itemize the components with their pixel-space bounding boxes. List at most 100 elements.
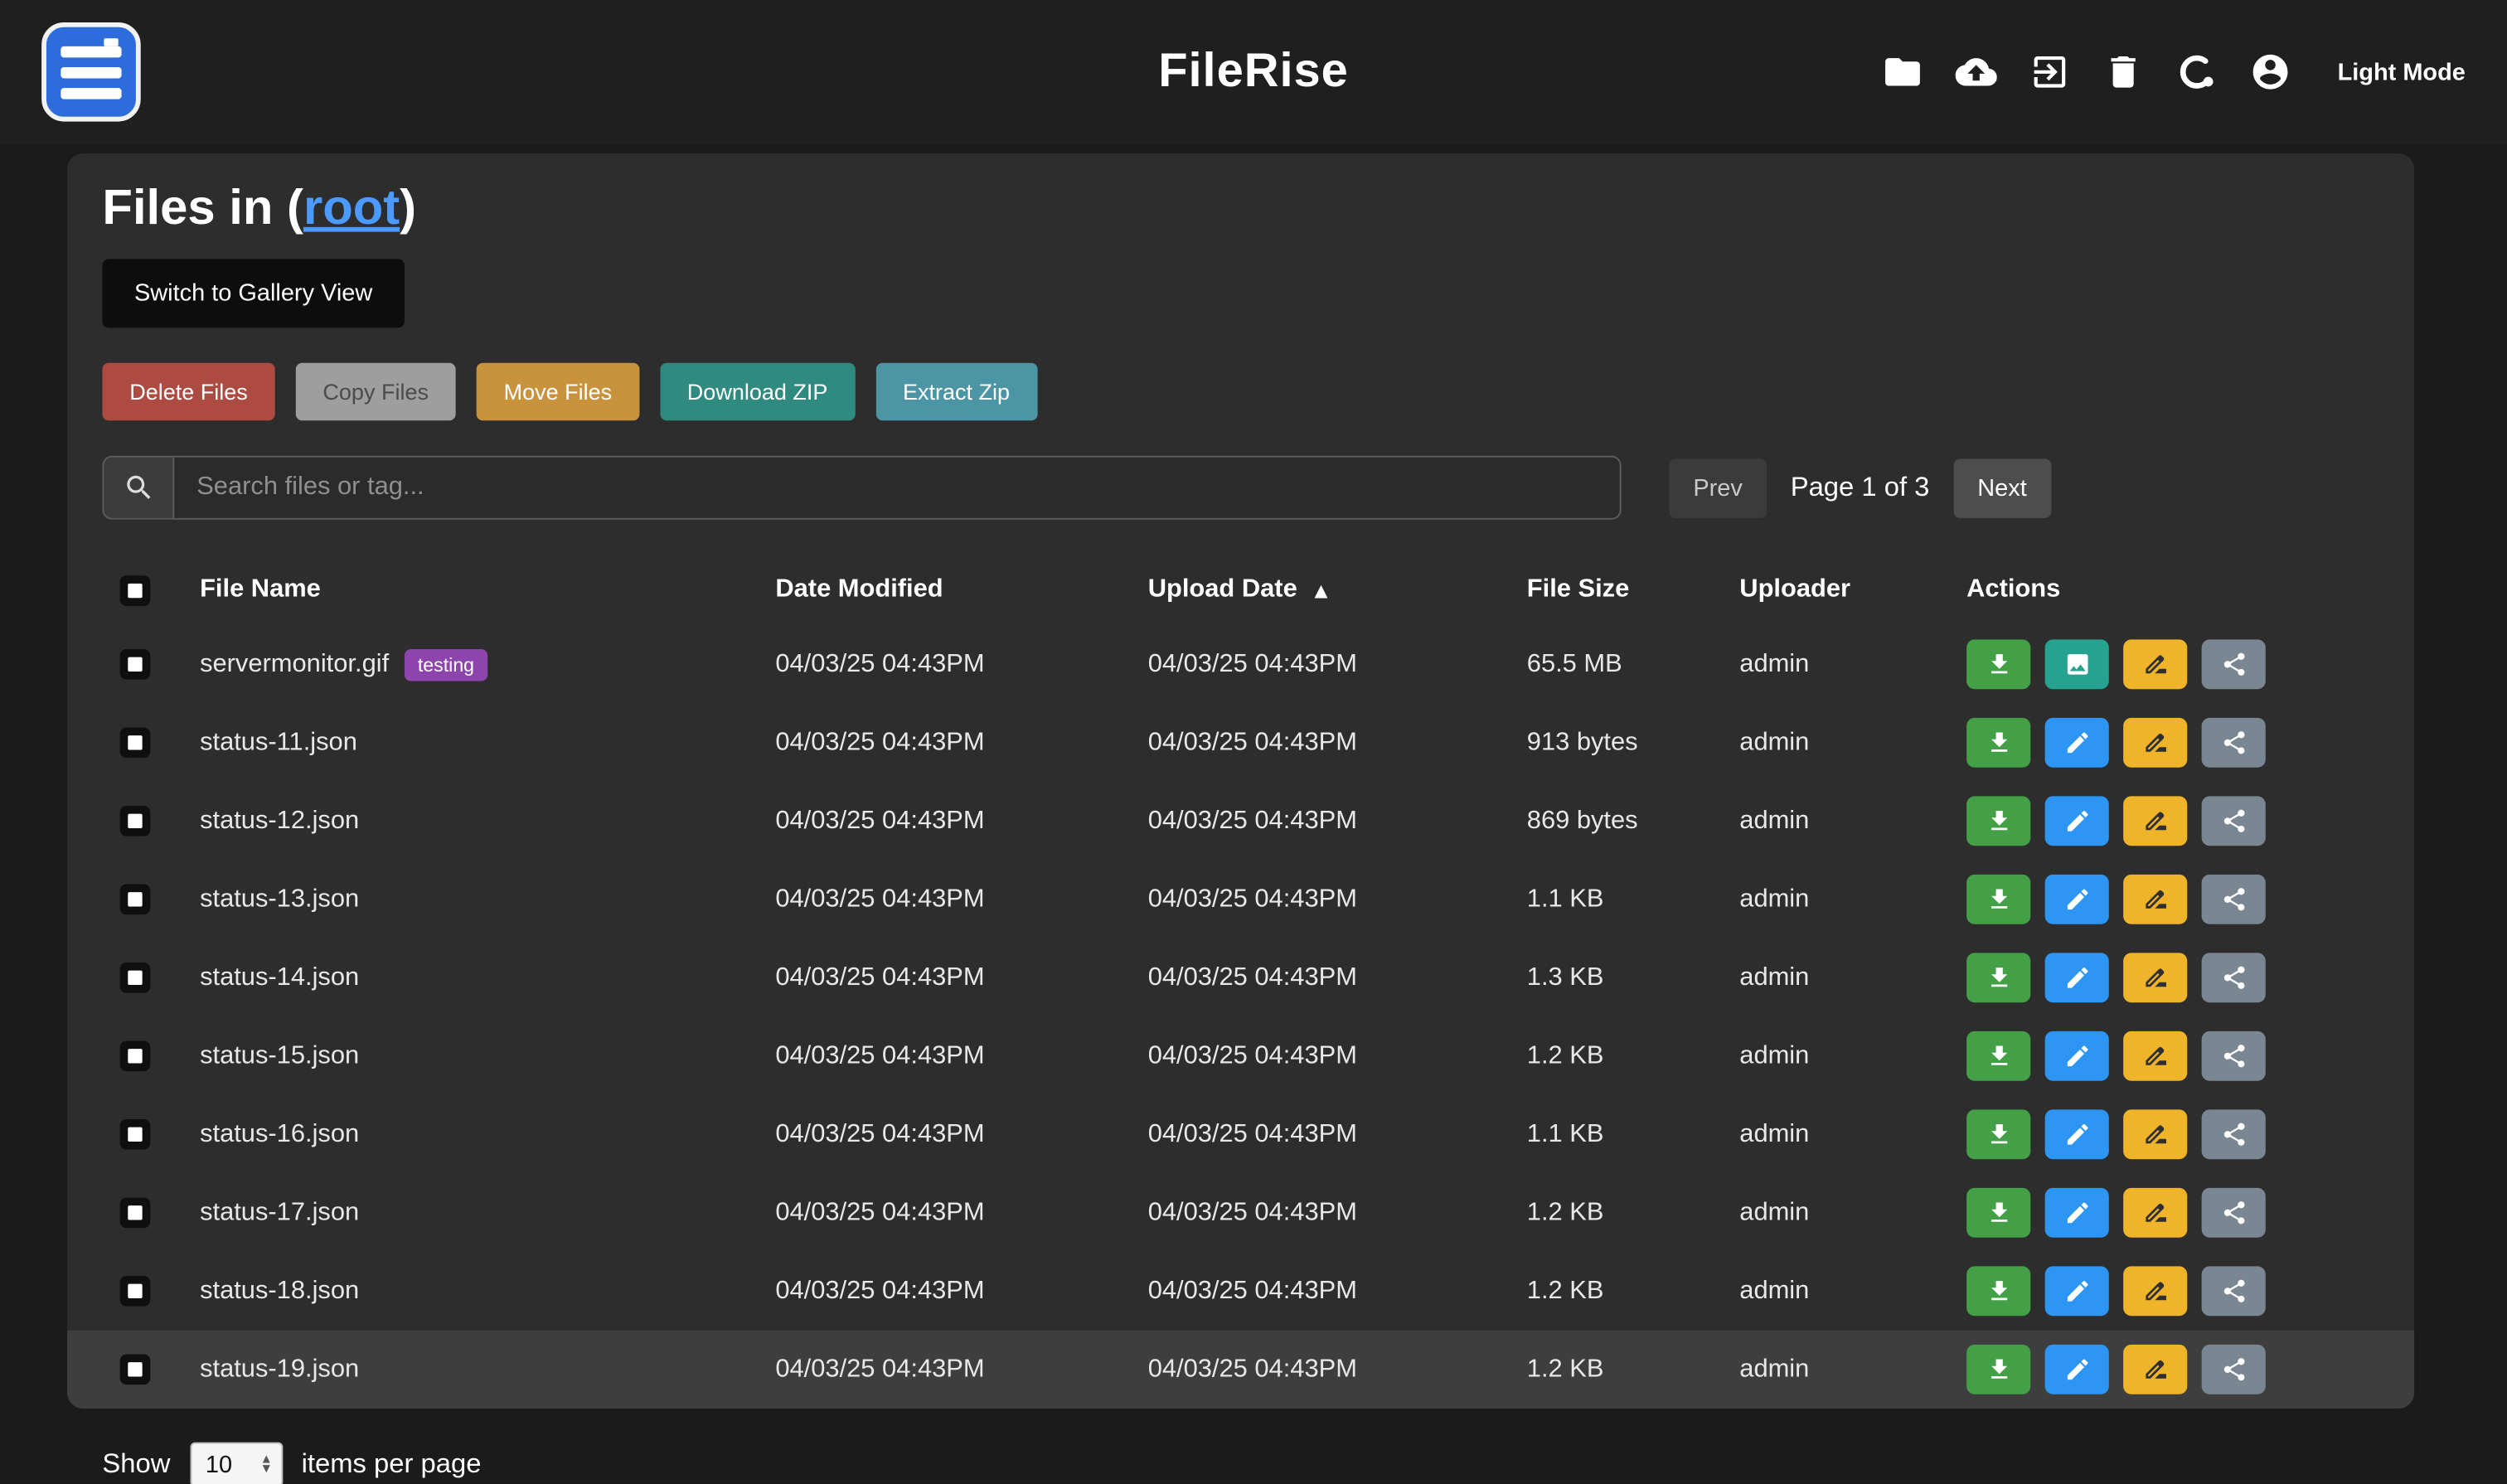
file-name[interactable]: servermonitor.gif bbox=[200, 650, 389, 679]
trash-icon[interactable] bbox=[2101, 51, 2144, 94]
row-checkbox[interactable] bbox=[120, 884, 151, 914]
download-button[interactable] bbox=[1966, 796, 2030, 846]
row-checkbox[interactable] bbox=[120, 1354, 151, 1385]
share-button[interactable] bbox=[2202, 796, 2266, 846]
search-icon[interactable] bbox=[102, 456, 172, 520]
header-file-name[interactable]: File Name bbox=[200, 575, 775, 604]
upload-date-cell: 04/03/25 04:43PM bbox=[1148, 1120, 1527, 1149]
file-name[interactable]: status-17.json bbox=[200, 1198, 359, 1227]
cloud-upload-icon[interactable] bbox=[1954, 51, 1997, 94]
file-name[interactable]: status-14.json bbox=[200, 963, 359, 992]
file-name[interactable]: status-16.json bbox=[200, 1120, 359, 1149]
rename-button[interactable] bbox=[2123, 718, 2187, 768]
usage-icon[interactable] bbox=[2175, 51, 2218, 94]
items-per-page-select[interactable]: 10 ▲▼ bbox=[190, 1443, 283, 1484]
rename-button[interactable] bbox=[2123, 1031, 2187, 1081]
edit-button[interactable] bbox=[2045, 1109, 2109, 1159]
share-button[interactable] bbox=[2202, 1345, 2266, 1394]
rename-button[interactable] bbox=[2123, 796, 2187, 846]
share-button[interactable] bbox=[2202, 1109, 2266, 1159]
logout-icon[interactable] bbox=[2027, 51, 2070, 94]
date-modified-cell: 04/03/25 04:43PM bbox=[775, 1120, 1147, 1149]
uploader-cell: admin bbox=[1739, 1355, 1966, 1384]
download-button[interactable] bbox=[1966, 875, 2030, 924]
file-name[interactable]: status-13.json bbox=[200, 885, 359, 914]
edit-button[interactable] bbox=[2045, 1031, 2109, 1081]
date-modified-cell: 04/03/25 04:43PM bbox=[775, 963, 1147, 992]
download-zip-button[interactable]: Download ZIP bbox=[660, 363, 855, 420]
rename-button[interactable] bbox=[2123, 1109, 2187, 1159]
edit-button[interactable] bbox=[2045, 1188, 2109, 1238]
header-upload-date[interactable]: Upload Date ▲ bbox=[1148, 575, 1527, 604]
search-input[interactable] bbox=[172, 456, 1621, 520]
rename-button[interactable] bbox=[2123, 875, 2187, 924]
edit-button[interactable] bbox=[2045, 875, 2109, 924]
row-checkbox[interactable] bbox=[120, 1119, 151, 1150]
download-button[interactable] bbox=[1966, 953, 2030, 1002]
edit-button[interactable] bbox=[2045, 718, 2109, 768]
date-modified-cell: 04/03/25 04:43PM bbox=[775, 1041, 1147, 1070]
share-button[interactable] bbox=[2202, 639, 2266, 689]
row-checkbox[interactable] bbox=[120, 963, 151, 993]
share-button[interactable] bbox=[2202, 875, 2266, 924]
logo-bar bbox=[61, 66, 121, 77]
download-button[interactable] bbox=[1966, 1109, 2030, 1159]
share-button[interactable] bbox=[2202, 1188, 2266, 1238]
account-icon[interactable] bbox=[2248, 51, 2291, 94]
edit-button[interactable] bbox=[2045, 953, 2109, 1002]
row-checkbox[interactable] bbox=[120, 806, 151, 837]
share-button[interactable] bbox=[2202, 1031, 2266, 1081]
uploader-cell: admin bbox=[1739, 1277, 1966, 1306]
bulk-actions-toolbar: Delete Files Copy Files Move Files Downl… bbox=[102, 363, 2378, 420]
download-button[interactable] bbox=[1966, 1031, 2030, 1081]
header-file-size[interactable]: File Size bbox=[1527, 575, 1739, 604]
row-checkbox[interactable] bbox=[120, 649, 151, 680]
file-name[interactable]: status-15.json bbox=[200, 1041, 359, 1070]
copy-files-button[interactable]: Copy Files bbox=[296, 363, 456, 420]
edit-button[interactable] bbox=[2045, 796, 2109, 846]
share-button[interactable] bbox=[2202, 1266, 2266, 1316]
download-button[interactable] bbox=[1966, 1188, 2030, 1238]
rename-button[interactable] bbox=[2123, 1188, 2187, 1238]
file-name[interactable]: status-19.json bbox=[200, 1355, 359, 1384]
rename-button[interactable] bbox=[2123, 953, 2187, 1002]
file-name[interactable]: status-18.json bbox=[200, 1277, 359, 1306]
date-modified-cell: 04/03/25 04:43PM bbox=[775, 885, 1147, 914]
edit-button[interactable] bbox=[2045, 1266, 2109, 1316]
share-button[interactable] bbox=[2202, 953, 2266, 1002]
row-checkbox[interactable] bbox=[120, 1197, 151, 1228]
file-size-cell: 1.2 KB bbox=[1527, 1355, 1739, 1384]
download-button[interactable] bbox=[1966, 639, 2030, 689]
folder-icon[interactable] bbox=[1880, 51, 1923, 94]
header-date-modified[interactable]: Date Modified bbox=[775, 575, 1147, 604]
extract-zip-button[interactable]: Extract Zip bbox=[875, 363, 1037, 420]
row-checkbox[interactable] bbox=[120, 1276, 151, 1307]
root-folder-link[interactable]: root bbox=[303, 179, 400, 235]
share-button[interactable] bbox=[2202, 718, 2266, 768]
header-uploader[interactable]: Uploader bbox=[1739, 575, 1966, 604]
app-logo-icon[interactable] bbox=[41, 22, 141, 122]
download-button[interactable] bbox=[1966, 1345, 2030, 1394]
move-files-button[interactable]: Move Files bbox=[477, 363, 639, 420]
prev-page-button[interactable]: Prev bbox=[1669, 458, 1766, 517]
file-size-cell: 65.5 MB bbox=[1527, 650, 1739, 679]
file-name[interactable]: status-12.json bbox=[200, 807, 359, 836]
select-all-checkbox[interactable] bbox=[120, 575, 151, 605]
next-page-button[interactable]: Next bbox=[1953, 458, 2050, 517]
light-mode-toggle[interactable]: Light Mode bbox=[2338, 58, 2466, 85]
row-checkbox[interactable] bbox=[120, 1040, 151, 1071]
file-name[interactable]: status-11.json bbox=[200, 728, 357, 757]
download-button[interactable] bbox=[1966, 1266, 2030, 1316]
download-button[interactable] bbox=[1966, 718, 2030, 768]
show-label: Show bbox=[102, 1448, 170, 1481]
rename-button[interactable] bbox=[2123, 639, 2187, 689]
date-modified-cell: 04/03/25 04:43PM bbox=[775, 728, 1147, 757]
edit-button[interactable] bbox=[2045, 1345, 2109, 1394]
rename-button[interactable] bbox=[2123, 1345, 2187, 1394]
row-checkbox[interactable] bbox=[120, 727, 151, 758]
delete-files-button[interactable]: Delete Files bbox=[102, 363, 274, 420]
preview-image-button[interactable] bbox=[2045, 639, 2109, 689]
file-size-cell: 1.2 KB bbox=[1527, 1277, 1739, 1306]
rename-button[interactable] bbox=[2123, 1266, 2187, 1316]
switch-gallery-view-button[interactable]: Switch to Gallery View bbox=[102, 259, 404, 327]
